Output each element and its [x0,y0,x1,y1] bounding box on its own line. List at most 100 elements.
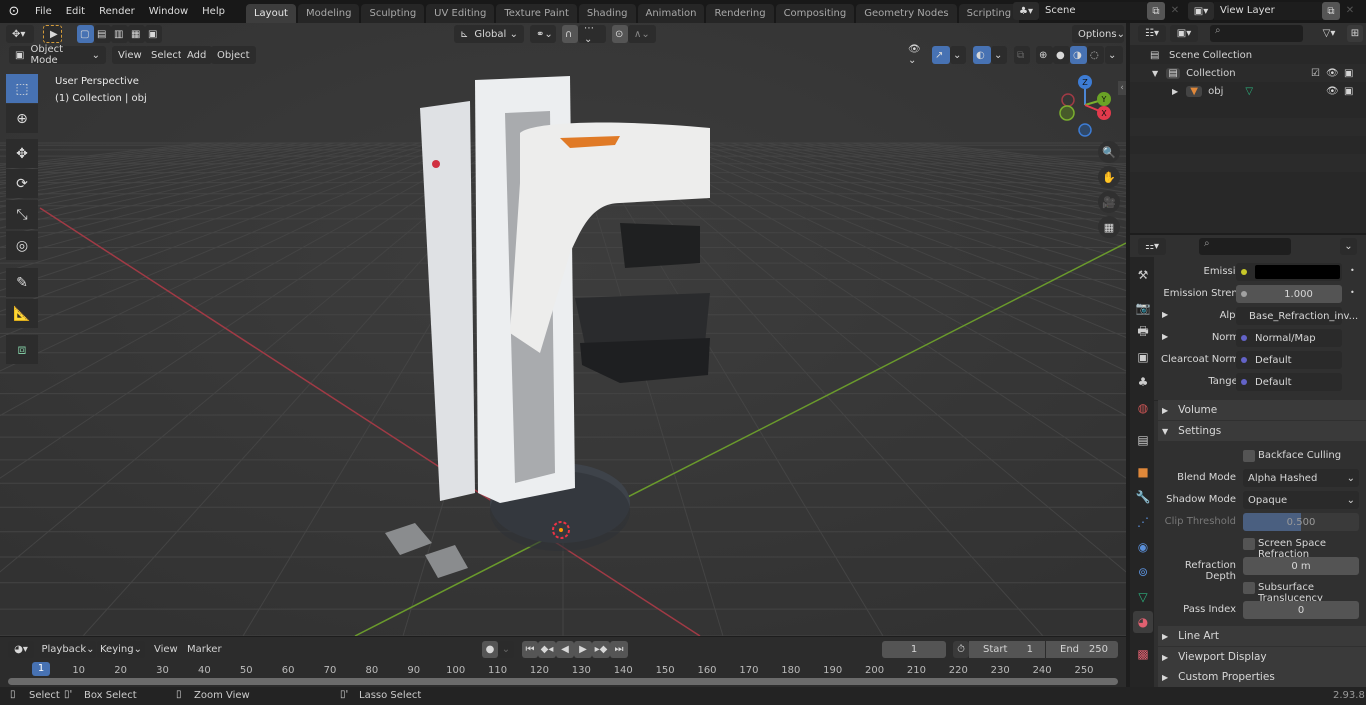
navigation-gizmo[interactable]: Z Y X [1055,73,1115,138]
socket-field[interactable]: Default [1236,373,1342,391]
mode-subtract-button[interactable]: ▥ [111,25,128,43]
tab-modeling[interactable]: Modeling [297,4,360,23]
jump-start-button[interactable]: ⏮ [522,641,538,658]
transform-orientation-dropdown[interactable]: ⊾ Global ⌄ [454,25,524,43]
socket-field[interactable]: Normal/Map [1236,329,1342,347]
socket-field[interactable] [1236,263,1342,281]
tab-geometry-nodes[interactable]: Geometry Nodes [856,4,957,23]
properties-editor-type[interactable]: ⚏▾ [1138,238,1166,255]
section-custom-properties[interactable]: ▶ Custom Properties [1158,667,1366,687]
proportional-edit-toggle[interactable]: ⊙ [612,25,628,43]
tab-object[interactable]: ■ [1133,461,1153,483]
zoom-view-button[interactable]: 🔍 [1098,141,1120,163]
auto-keying-dropdown[interactable]: ⌄ [498,641,514,658]
cursor-tool[interactable]: ⊕ [6,104,38,133]
shading-dropdown[interactable]: ⌄ [1105,46,1123,64]
timeline-scrollbar[interactable] [8,678,1118,685]
tab-render[interactable]: 📷 [1133,297,1153,319]
overlay-toggle[interactable]: ◐ [973,46,991,64]
shading-rendered-button[interactable]: ◌ [1087,46,1104,64]
tab-texture[interactable]: ▩ [1133,643,1153,665]
outliner-collection[interactable]: ▼ ▤ Collection ☑ 👁 ▣ [1130,64,1366,82]
mode-intersect-button[interactable]: ▣ [145,25,162,43]
properties-options-dropdown[interactable]: ⌄ [1340,238,1357,255]
outliner-scene-collection[interactable]: ▤ Scene Collection [1130,46,1366,64]
scene-field[interactable]: Scene [1039,2,1147,20]
auto-keying-toggle[interactable]: ● [482,641,498,658]
keyframe-dot-icon[interactable]: • [1350,266,1355,275]
render-camera-icon[interactable]: ▣ [1344,86,1353,97]
outliner-display-mode[interactable]: ▣▾ [1170,25,1198,42]
start-frame-field[interactable]: Start 1 [969,641,1045,658]
section-viewport-display[interactable]: ▶ Viewport Display [1158,647,1366,667]
menu-add[interactable]: Add [181,46,213,64]
keying-dropdown[interactable]: Keying ⌄ [97,641,145,658]
tab-constraints[interactable]: ⊚ [1133,561,1153,583]
ssr-checkbox[interactable] [1243,538,1255,550]
mesh-data-icon[interactable]: ▽ [1245,86,1253,97]
tab-modifiers[interactable]: 🔧 [1133,486,1153,508]
preview-range-toggle[interactable]: ⏱ [953,641,969,658]
tab-shading[interactable]: Shading [578,4,636,23]
blend-mode-dropdown[interactable]: Alpha Hashed ⌄ [1243,469,1359,487]
tab-tool[interactable]: ⚒ [1133,264,1153,286]
select-box-tool[interactable]: ⬚ [6,74,38,103]
new-view-layer-button[interactable]: ⧉ [1322,2,1340,20]
scale-tool[interactable]: ⤡ [6,200,38,229]
menu-timeline-view[interactable]: View [154,644,178,655]
blender-logo-icon[interactable]: ⊙ [0,4,28,19]
menu-render[interactable]: Render [92,0,142,23]
overlay-dropdown[interactable]: ⌄ [991,46,1007,64]
shading-solid-button[interactable]: ● [1053,46,1070,64]
backface-culling-checkbox[interactable] [1243,450,1255,462]
outliner-search-input[interactable]: ⌕ [1210,25,1303,42]
menu-file[interactable]: File [28,0,59,23]
mode-new-button[interactable]: ▢ [77,25,94,43]
tab-material[interactable]: ◕ [1133,611,1153,633]
exclude-checkbox[interactable]: ☑ [1311,68,1320,79]
render-camera-icon[interactable]: ▣ [1344,68,1353,79]
menu-marker[interactable]: Marker [187,644,222,655]
mode-extend-button[interactable]: ▤ [94,25,111,43]
tab-scene[interactable]: ♣ [1133,371,1153,393]
playback-dropdown[interactable]: Playback ⌄ [40,641,96,658]
delete-view-layer-button[interactable]: ✕ [1342,2,1358,20]
visibility-eye-icon[interactable]: 👁 [1326,86,1339,97]
outliner-object-obj[interactable]: ▶ ▼ obj ▽ 👁 ▣ [1130,82,1366,100]
socket-field[interactable]: 1.000 [1236,285,1342,303]
next-keyframe-button[interactable]: ▸◆ [592,641,610,658]
keyframe-dot-icon[interactable]: • [1350,288,1355,297]
section-line-art[interactable]: ▶ Line Art [1158,626,1366,646]
shadow-mode-dropdown[interactable]: Opaque ⌄ [1243,491,1359,509]
new-collection-button[interactable]: ⊞ [1347,25,1363,42]
pan-view-button[interactable]: ✋ [1098,166,1120,188]
xray-toggle[interactable]: ⧉ [1014,46,1030,64]
expand-arrow-icon[interactable]: ▼ [1152,69,1158,78]
expand-arrow-icon[interactable]: ▶ [1172,87,1178,96]
properties-search-input[interactable]: ⌕ [1199,238,1291,255]
menu-view[interactable]: View [112,46,148,64]
tab-particles[interactable]: ⋰ [1133,511,1153,533]
tab-data[interactable]: ▽ [1133,586,1153,608]
editor-type-button[interactable]: ✥▾ [6,25,34,43]
current-frame-field[interactable]: 1 [882,641,946,658]
visibility-eye-icon[interactable]: 👁 [1326,68,1339,79]
rotate-tool[interactable]: ⟳ [6,169,38,198]
visibility-dropdown[interactable]: 👁⌄ [902,44,928,66]
section-settings[interactable]: ▼ Settings [1158,421,1366,441]
pass-index-field[interactable]: 0 [1243,601,1359,619]
scene-type-button[interactable]: ♣▾ [1013,2,1039,20]
tweak-tool-button[interactable]: ▶ [43,25,62,43]
gizmo-dropdown[interactable]: ⌄ [950,46,966,64]
tab-view-layer[interactable]: ▣ [1133,346,1153,368]
delete-scene-button[interactable]: ✕ [1167,2,1183,20]
camera-view-button[interactable]: 🎥 [1098,191,1120,213]
move-tool[interactable]: ✥ [6,139,38,168]
jump-end-button[interactable]: ⏭ [610,641,628,658]
menu-object[interactable]: Object [211,46,256,64]
tab-sculpting[interactable]: Sculpting [361,4,425,23]
measure-tool[interactable]: 📐 [6,299,38,328]
playhead-frame-badge[interactable]: 1 [32,662,50,676]
gizmo-toggle[interactable]: ↗ [932,46,950,64]
perspective-toggle-button[interactable]: ▦ [1098,216,1120,238]
